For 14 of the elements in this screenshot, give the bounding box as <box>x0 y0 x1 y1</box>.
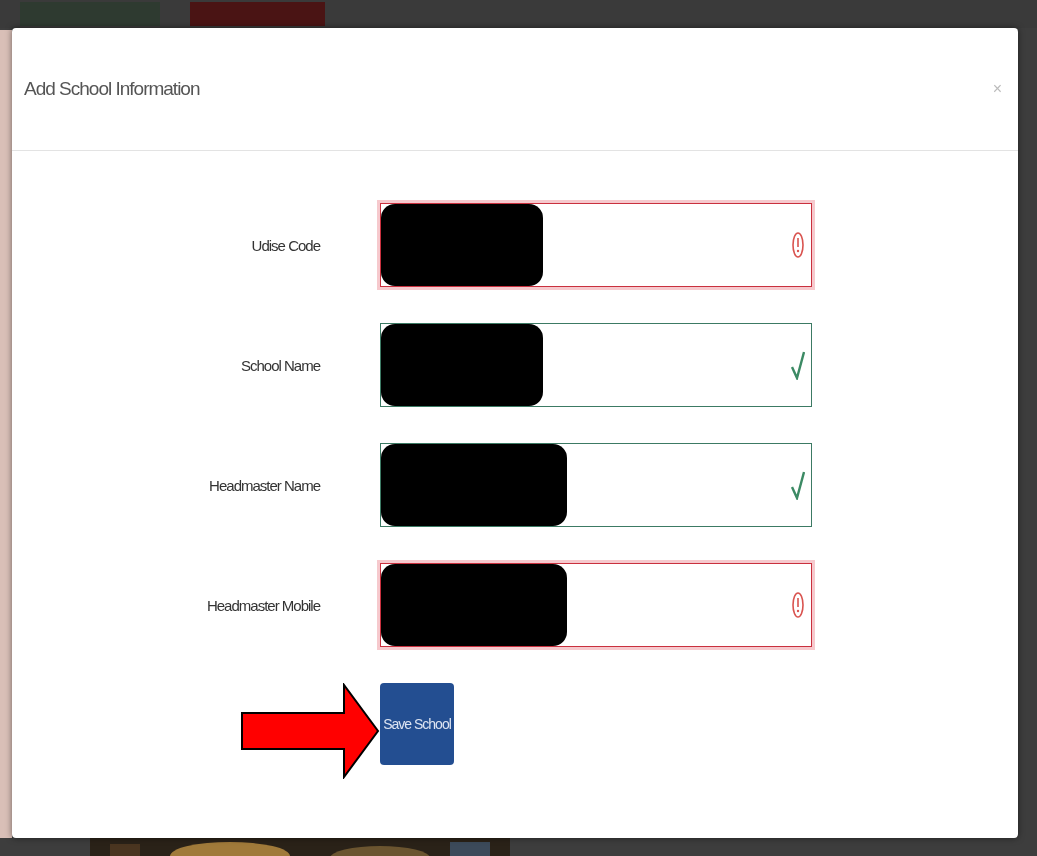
input-field[interactable] <box>380 323 812 407</box>
check-icon <box>791 470 805 500</box>
exclamation-circle-icon <box>791 230 805 260</box>
field-label: Headmaster Name <box>208 476 320 494</box>
dialog-title: Add School Information <box>24 78 200 100</box>
check-icon <box>791 350 805 380</box>
field-label: Headmaster Mobile <box>205 596 320 614</box>
save-button[interactable]: Save School <box>380 683 454 765</box>
field-label: School Name <box>239 356 320 374</box>
input-field[interactable] <box>380 203 812 287</box>
input-field[interactable] <box>380 563 812 647</box>
field-label: Udise Code <box>250 236 320 254</box>
exclamation-circle-icon <box>791 590 805 620</box>
input-field[interactable] <box>380 443 812 527</box>
